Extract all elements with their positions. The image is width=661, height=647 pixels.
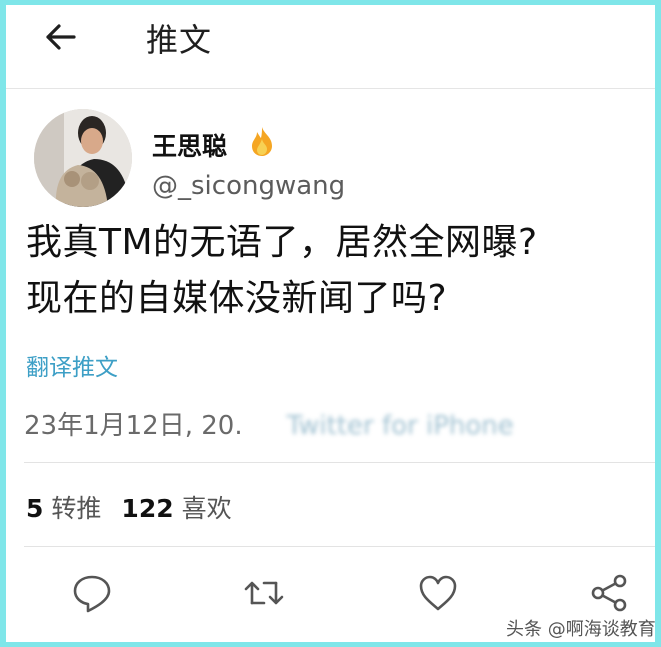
like-label[interactable]: 喜欢	[182, 494, 232, 523]
tweet-timestamp: 23年1月12日, 20.	[24, 411, 243, 441]
watermark: 头条 @啊海谈教育	[506, 619, 655, 640]
tweet-line: 现在的自媒体没新闻了吗?	[26, 278, 448, 319]
share-icon[interactable]	[588, 571, 632, 615]
divider	[24, 462, 655, 463]
tweet-meta: 23年1月12日, 20. Twitter for iPhone	[24, 405, 514, 442]
tweet-text: 我真TM的无语了，居然全网曝? 现在的自媒体没新闻了吗?	[26, 215, 646, 327]
retweet-icon[interactable]	[242, 571, 286, 615]
top-bar: 推文	[6, 5, 655, 87]
tweet-source[interactable]: Twitter for iPhone	[287, 411, 514, 441]
page-title: 推文	[146, 21, 213, 59]
divider	[6, 88, 655, 89]
user-handle[interactable]: @_sicongwang	[152, 171, 345, 201]
retweet-count[interactable]: 5	[26, 494, 43, 523]
fire-emoji-icon	[248, 125, 276, 157]
divider	[24, 546, 655, 547]
back-arrow-icon[interactable]	[42, 19, 78, 55]
tweet-line: 我真TM的无语了，居然全网曝?	[26, 222, 538, 263]
retweet-label[interactable]: 转推	[51, 494, 101, 523]
display-name[interactable]: 王思聪	[152, 127, 227, 163]
tweet-page: 推文 王思聪 @_sicongwang 我真TM的无语了，居然全网曝? 现在的自…	[6, 5, 655, 642]
avatar[interactable]	[34, 109, 132, 207]
translate-tweet-link[interactable]: 翻译推文	[26, 348, 118, 382]
like-icon[interactable]	[416, 571, 460, 615]
like-count[interactable]: 122	[121, 494, 173, 523]
reply-icon[interactable]	[70, 571, 114, 615]
tweet-stats: 5 转推 122 喜欢	[26, 489, 232, 525]
